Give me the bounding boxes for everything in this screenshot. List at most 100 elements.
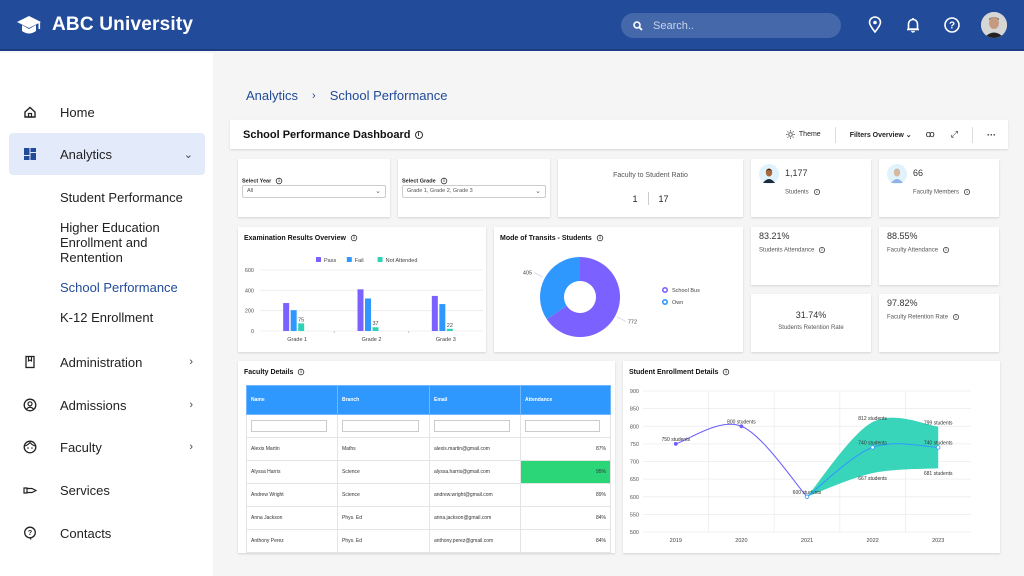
- faculty-details-card: Faculty Details i Name Branch Email Atten…: [238, 361, 615, 553]
- hand-icon: [22, 482, 38, 498]
- column-header-attendance[interactable]: Attendance: [520, 385, 611, 415]
- sidebar-subitem-k12-enrollment[interactable]: K-12 Enrollment: [60, 310, 153, 325]
- cell-branch: Science: [337, 460, 430, 484]
- face-icon: [22, 439, 38, 455]
- slice-label: 405: [523, 271, 532, 277]
- student-attendance-value: 83.21%: [759, 231, 790, 241]
- data-label: 22: [447, 323, 453, 329]
- cell-branch: Science: [337, 483, 430, 507]
- info-icon[interactable]: i: [964, 189, 971, 195]
- theme-button[interactable]: Theme: [785, 130, 821, 139]
- faculty-retention-value: 97.82%: [887, 298, 918, 308]
- sidebar-item-faculty[interactable]: Faculty ›: [9, 426, 205, 468]
- sidebar-item-administration[interactable]: Administration ›: [9, 341, 205, 383]
- y-tick-label: 200: [245, 309, 254, 315]
- info-icon[interactable]: i: [943, 247, 950, 253]
- bell-icon[interactable]: [904, 16, 922, 34]
- info-icon[interactable]: i: [276, 177, 283, 185]
- expand-icon[interactable]: ⤢: [951, 129, 958, 140]
- filters-overview-dropdown[interactable]: Filters Overview ⌄: [850, 131, 912, 139]
- info-icon[interactable]: i: [819, 247, 826, 253]
- faculty-avatar-icon: [887, 164, 907, 184]
- dashboard-icon: [22, 146, 38, 162]
- sidebar-subitem-higher-education[interactable]: Higher Education Enrollment and Rententi…: [60, 220, 180, 265]
- sidebar-item-admissions[interactable]: Admissions ›: [9, 384, 205, 426]
- bar-pass: [357, 289, 364, 331]
- info-icon[interactable]: i: [813, 189, 820, 195]
- search-input[interactable]: Search..: [621, 13, 841, 38]
- table-row[interactable]: Alexis Martin Maths alexis.martin@gmail.co…: [246, 437, 611, 461]
- bar-fail: [290, 310, 297, 331]
- faculty-label: Faculty Members i: [913, 188, 971, 196]
- ratio-right-value: 17: [658, 193, 669, 204]
- brand[interactable]: ABC University: [16, 14, 193, 36]
- filter-attendance-input[interactable]: [525, 419, 600, 432]
- filter-name-input[interactable]: [251, 419, 327, 432]
- faculty-kpi-card: 66 Faculty Members i: [879, 159, 999, 217]
- enrollment-card: Student Enrollment Details i 500 550 600 650…: [623, 361, 1000, 553]
- cell-attendance: 84%: [520, 506, 611, 530]
- location-pin-icon[interactable]: [866, 16, 884, 34]
- filter-branch-input[interactable]: [342, 419, 419, 432]
- faculty-attendance-value: 88.55%: [887, 231, 918, 241]
- table-row[interactable]: Alyssa Harris Science alyssa.harris@gmail.…: [246, 460, 611, 484]
- table-row[interactable]: Andrew Wright Science andrew.wright@gmail.…: [246, 483, 611, 507]
- filter-email-input[interactable]: [434, 419, 510, 432]
- sidebar-subitem-student-performance[interactable]: Student Performance: [60, 190, 183, 205]
- sidebar-item-analytics[interactable]: Analytics ⌄: [9, 133, 205, 175]
- sidebar-item-label: Analytics: [60, 146, 113, 162]
- breadcrumb: Analytics › School Performance: [246, 88, 447, 103]
- dashboard-title: School Performance Dashboard i: [243, 129, 423, 141]
- data-label: 37: [372, 321, 378, 327]
- student-attendance-label: Students Attendance i: [759, 246, 826, 254]
- breadcrumb-school-performance: School Performance: [329, 88, 448, 103]
- students-value: 1,177: [785, 168, 808, 178]
- donut-slice-own: [540, 257, 580, 320]
- x-tick-label: 2019: [670, 538, 682, 544]
- user-avatar[interactable]: [981, 12, 1007, 38]
- y-tick-label: 600: [630, 495, 639, 501]
- range-high-label: 799 students: [924, 421, 953, 427]
- select-year-card: Select Year i All ⌄: [238, 159, 390, 217]
- bar-not-attended: [446, 328, 453, 331]
- table-row[interactable]: Anthony Perez Phys. Ed anthony.perez@gmail…: [246, 529, 611, 553]
- sidebar-subitem-school-performance[interactable]: School Performance: [60, 280, 178, 295]
- column-header-branch[interactable]: Branch: [337, 385, 430, 415]
- column-header-email[interactable]: Email: [429, 385, 521, 415]
- y-tick-label: 850: [630, 407, 639, 413]
- info-icon[interactable]: i: [298, 368, 305, 376]
- cell-email: anthony.perez@gmail.com: [429, 529, 521, 553]
- data-label: 750 students: [661, 437, 690, 443]
- select-year-dropdown[interactable]: All ⌄: [242, 185, 386, 198]
- x-tick-label: Grade 1: [287, 337, 307, 343]
- info-icon[interactable]: i: [414, 130, 423, 139]
- column-header-name[interactable]: Name: [246, 385, 338, 415]
- glasses-icon[interactable]: ꝏ: [926, 129, 935, 140]
- y-tick-label: 750: [630, 442, 639, 448]
- sun-icon: [785, 130, 795, 139]
- bar-not-attended: [372, 327, 379, 331]
- data-label: 740 students: [924, 440, 953, 446]
- y-tick-label: 550: [630, 512, 639, 518]
- sidebar-item-contacts[interactable]: ? Contacts: [9, 512, 205, 554]
- sidebar-item-label: Services: [60, 482, 110, 498]
- select-grade-dropdown[interactable]: Grade 1, Grade 2, Grade 3 ⌄: [402, 185, 546, 198]
- info-icon[interactable]: i: [440, 177, 447, 185]
- student-retention-label: Students Retention Rate: [778, 325, 844, 331]
- table-row[interactable]: Anna Jackson Phys. Ed anna.jackson@gmail.c…: [246, 506, 611, 530]
- student-avatar-icon: [759, 164, 779, 184]
- y-tick-label: 700: [630, 460, 639, 466]
- divider: [834, 126, 836, 143]
- breadcrumb-analytics[interactable]: Analytics: [246, 88, 298, 103]
- sidebar-item-services[interactable]: Services: [9, 469, 205, 511]
- y-tick-label: 600: [245, 268, 254, 274]
- bar-pass: [283, 303, 290, 331]
- help-icon[interactable]: ?: [943, 16, 961, 34]
- cell-attendance: 95%: [520, 460, 611, 484]
- cell-attendance: 87%: [520, 437, 611, 461]
- more-options-icon[interactable]: ···: [987, 130, 996, 140]
- select-year-label: Select Year i: [242, 177, 283, 185]
- x-tick-label: Grade 2: [362, 337, 382, 343]
- info-icon[interactable]: i: [953, 314, 960, 320]
- sidebar-item-home[interactable]: Home: [9, 91, 205, 133]
